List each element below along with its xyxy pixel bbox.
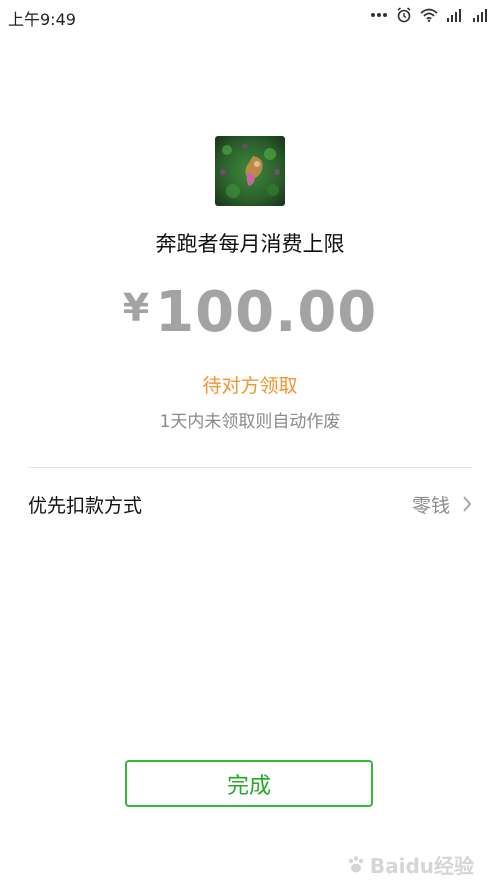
payment-method-label: 优先扣款方式 (28, 494, 143, 517)
signal-icon (472, 8, 490, 22)
avatar (215, 136, 285, 206)
signal-icon (446, 8, 464, 22)
amount-value: 100.00 (155, 280, 378, 345)
status-bar: 上午9:49 (0, 0, 500, 30)
watermark: Baidu经验 (346, 850, 474, 879)
chevron-right-icon (462, 495, 472, 513)
payment-method-row[interactable]: 优先扣款方式 零钱 (28, 480, 472, 528)
paw-icon (348, 855, 364, 872)
payee-name: 奔跑者每月消费上限 (155, 232, 345, 256)
status-icons (370, 7, 490, 23)
payment-method-selector[interactable]: 零钱 (412, 491, 472, 518)
watermark-text: Baidu经验 (369, 854, 474, 878)
done-button[interactable]: 完成 (125, 760, 373, 807)
status-time: 上午9:49 (8, 10, 76, 29)
wifi-icon (420, 8, 438, 22)
payment-method-value: 零钱 (411, 494, 450, 517)
currency-symbol: ¥ (122, 286, 150, 330)
transfer-status: 待对方领取 (202, 375, 298, 397)
divider (28, 467, 472, 468)
alarm-icon (396, 7, 412, 23)
more-dots-icon (370, 12, 388, 18)
expiry-note: 1天内未领取则自动作废 (159, 412, 341, 432)
amount: ¥100.00 (0, 280, 500, 345)
